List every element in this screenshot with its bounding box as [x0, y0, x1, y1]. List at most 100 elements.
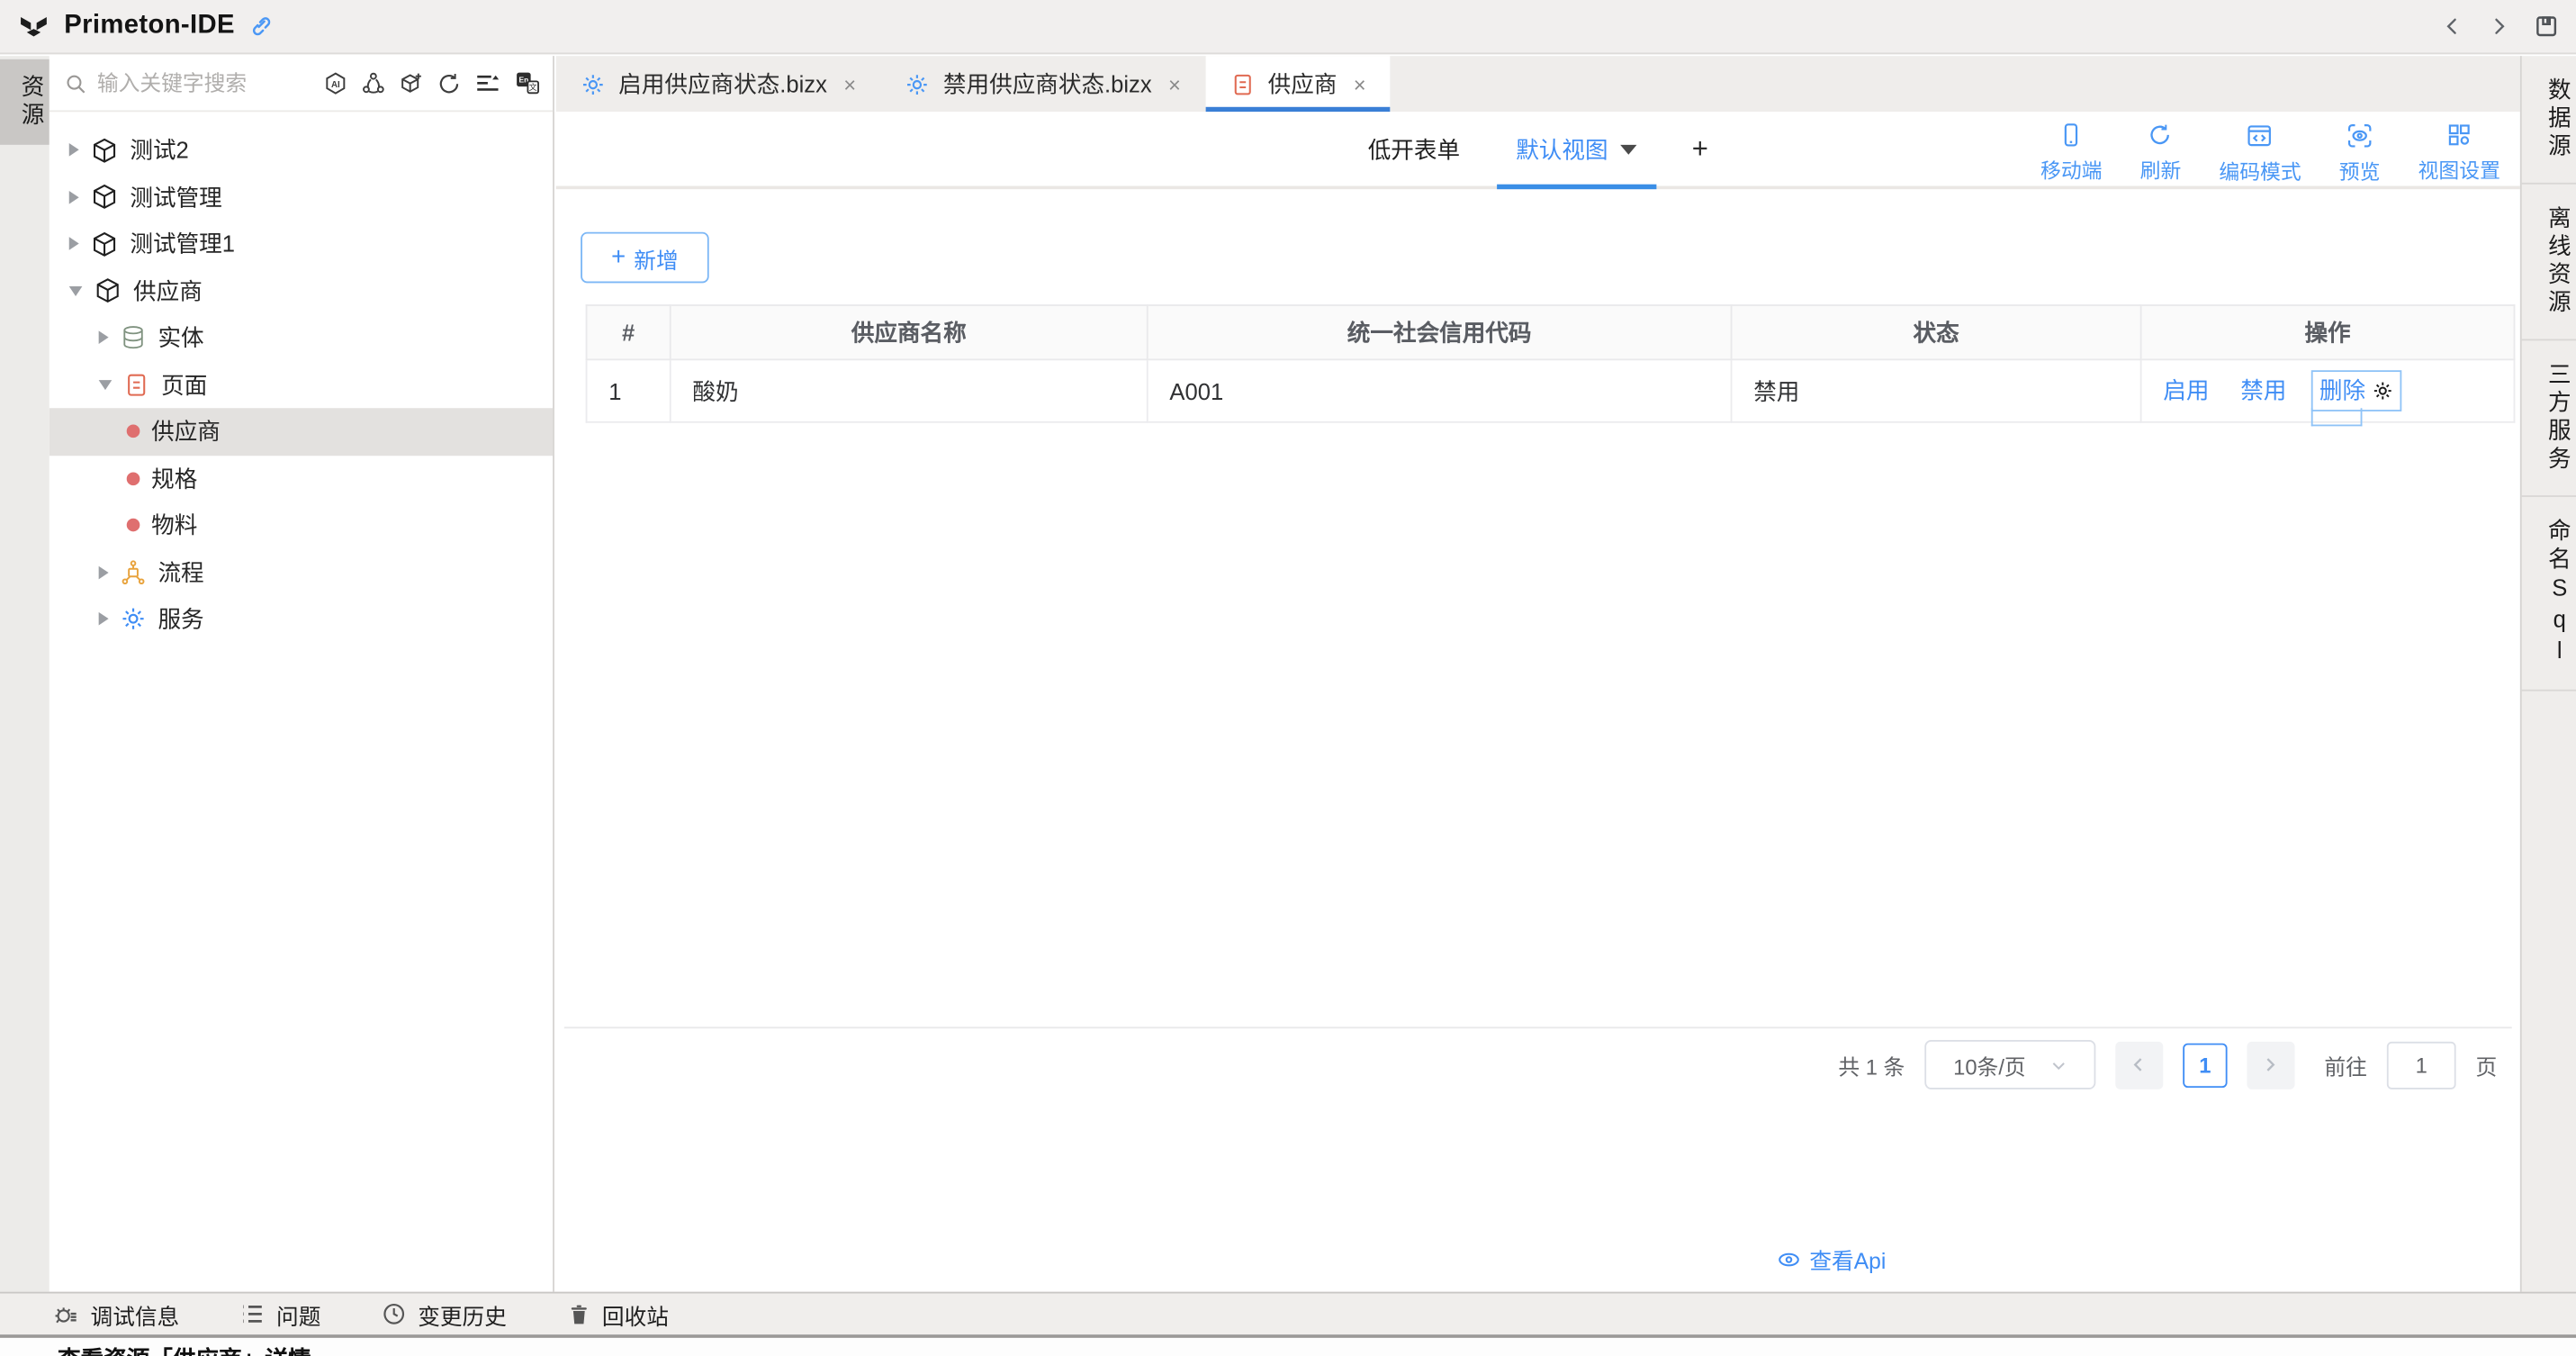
- rail-tab-third-party-services[interactable]: 三方服务: [2522, 340, 2576, 497]
- collapsed-caret-icon[interactable]: [99, 565, 109, 579]
- app-title: Primeton-IDE: [64, 12, 235, 41]
- tree-item-label: 供应商: [151, 415, 221, 448]
- add-record-button[interactable]: + 新增: [581, 232, 709, 284]
- prev-page-button[interactable]: [2115, 1041, 2163, 1089]
- sidebar-tools: AI En文: [322, 69, 541, 97]
- goto-page-input[interactable]: [2387, 1041, 2456, 1089]
- recycle-bin-button[interactable]: 回收站: [568, 1297, 669, 1331]
- tree-item-test-mgmt[interactable]: 测试管理: [50, 174, 553, 221]
- close-icon[interactable]: ×: [1354, 72, 1366, 96]
- tree-item-pages[interactable]: 页面: [50, 361, 553, 408]
- column-header-actions: 操作: [2141, 305, 2515, 359]
- tab-default-view[interactable]: 默认视图: [1516, 112, 1635, 185]
- sort-icon[interactable]: [473, 69, 501, 97]
- collapsed-caret-icon[interactable]: [69, 238, 79, 251]
- collapsed-caret-icon[interactable]: [69, 191, 79, 204]
- gear-icon: [905, 72, 930, 96]
- current-page-button[interactable]: 1: [2183, 1043, 2227, 1087]
- goto-label: 前往: [2324, 1049, 2367, 1080]
- rail-tab-resources[interactable]: 资源: [0, 59, 50, 145]
- tree-item-spec-page[interactable]: 规格: [50, 455, 553, 502]
- status-item-label: 问题: [276, 1297, 320, 1331]
- gear-icon[interactable]: [2372, 379, 2393, 401]
- refresh-icon: [2148, 122, 2174, 148]
- view-settings-button[interactable]: 视图设置: [2418, 122, 2500, 185]
- disable-action-link[interactable]: 禁用: [2240, 377, 2286, 403]
- svg-text:文: 文: [529, 82, 537, 92]
- problems-button[interactable]: 问题: [240, 1297, 321, 1331]
- ai-icon[interactable]: AI: [322, 70, 348, 96]
- tree-item-services[interactable]: 服务: [50, 596, 553, 643]
- tree-item-label: 测试管理1: [130, 228, 235, 261]
- add-record-label: 新增: [634, 241, 678, 275]
- cell-status: 禁用: [1732, 359, 2141, 421]
- toolbar-action-label: 移动端: [2040, 153, 2103, 185]
- tab-low-code-form[interactable]: 低开表单: [1368, 112, 1460, 185]
- chevron-left-icon: [2130, 1054, 2149, 1074]
- tree-item-material-page[interactable]: 物料: [50, 502, 553, 548]
- resource-tree: 测试2 测试管理 测试管理1 供应商 实体: [50, 112, 553, 642]
- relation-graph-icon[interactable]: [360, 70, 386, 96]
- tree-item-entity[interactable]: 实体: [50, 314, 553, 361]
- gear-icon: [120, 606, 146, 632]
- cell-index: 1: [587, 359, 671, 421]
- mobile-view-button[interactable]: 移动端: [2040, 122, 2103, 185]
- add-module-icon[interactable]: [398, 70, 424, 96]
- rail-tab-named-sql[interactable]: 命名Sql: [2522, 497, 2576, 692]
- history-clock-icon: [382, 1302, 406, 1326]
- sidebar-search-row: AI En文: [50, 56, 553, 112]
- chevron-left-icon[interactable]: [2441, 14, 2464, 38]
- file-tab-label: 供应商: [1268, 68, 1338, 101]
- collapsed-caret-icon[interactable]: [69, 143, 79, 157]
- resource-sidebar: AI En文 测试2 测试管理 测试管理1: [50, 56, 554, 1292]
- tree-item-supplier-page[interactable]: 供应商: [50, 408, 553, 455]
- link-icon[interactable]: [248, 14, 275, 40]
- page-canvas: + 新增 # 供应商名称 统一社会信用代码 状态 操作 1: [556, 189, 2520, 1213]
- status-item-label: 回收站: [602, 1297, 669, 1331]
- delete-action-link[interactable]: 删除: [2319, 374, 2365, 407]
- tree-item-label: 页面: [161, 368, 207, 402]
- file-tab-enable-supplier[interactable]: 启用供应商状态.bizx ×: [556, 56, 881, 112]
- search-input[interactable]: [97, 71, 255, 95]
- chevron-down-icon: [1619, 144, 1635, 154]
- file-tab-supplier[interactable]: 供应商 ×: [1205, 56, 1391, 112]
- preview-button[interactable]: 预览: [2339, 122, 2381, 185]
- toolbar-action-label: 视图设置: [2418, 153, 2500, 185]
- expanded-caret-icon[interactable]: [69, 286, 83, 296]
- change-history-button[interactable]: 变更历史: [382, 1297, 507, 1331]
- view-toolbar: 低开表单 默认视图 + 移动端 刷新 编码模式: [556, 112, 2520, 189]
- rail-tab-datasource[interactable]: 数据源: [2522, 56, 2576, 185]
- debug-info-button[interactable]: 调试信息: [52, 1297, 179, 1331]
- status-bar: 调试信息 问题 变更历史 回收站: [0, 1292, 2576, 1335]
- collapsed-caret-icon[interactable]: [99, 612, 109, 626]
- red-dot-icon: [127, 425, 140, 438]
- refresh-button[interactable]: 刷新: [2140, 122, 2182, 185]
- collapsed-caret-icon[interactable]: [99, 331, 109, 345]
- add-view-button[interactable]: +: [1692, 132, 1708, 166]
- rail-tab-offline-resources[interactable]: 离线资源: [2522, 185, 2576, 341]
- close-icon[interactable]: ×: [1168, 72, 1181, 96]
- expanded-caret-icon[interactable]: [99, 380, 113, 390]
- translate-icon[interactable]: En文: [513, 69, 541, 97]
- tree-item-flow[interactable]: 流程: [50, 549, 553, 596]
- pagination-total: 共 1 条: [1838, 1049, 1905, 1080]
- tree-item-test2[interactable]: 测试2: [50, 127, 553, 174]
- database-icon: [120, 324, 146, 350]
- file-tab-disable-supplier[interactable]: 禁用供应商状态.bizx ×: [880, 56, 1205, 112]
- file-tab-label: 启用供应商状态.bizx: [618, 68, 827, 101]
- page-size-select[interactable]: 10条/页: [1924, 1040, 2095, 1089]
- enable-action-link[interactable]: 启用: [2163, 377, 2209, 403]
- view-api-link[interactable]: 查看Api: [1777, 1243, 1887, 1276]
- code-mode-button[interactable]: 编码模式: [2219, 122, 2301, 185]
- close-icon[interactable]: ×: [843, 72, 856, 96]
- eye-icon: [1777, 1246, 1801, 1270]
- tree-item-supplier-module[interactable]: 供应商: [50, 267, 553, 314]
- save-icon[interactable]: [2534, 14, 2560, 40]
- toolbar-action-label: 编码模式: [2219, 155, 2301, 186]
- left-rail: 资源: [0, 56, 50, 1292]
- tree-item-test-mgmt1[interactable]: 测试管理1: [50, 221, 553, 267]
- chevron-right-icon[interactable]: [2487, 14, 2510, 38]
- next-page-button[interactable]: [2247, 1041, 2294, 1089]
- file-tab-label: 禁用供应商状态.bizx: [943, 68, 1152, 101]
- refresh-icon[interactable]: [436, 70, 462, 96]
